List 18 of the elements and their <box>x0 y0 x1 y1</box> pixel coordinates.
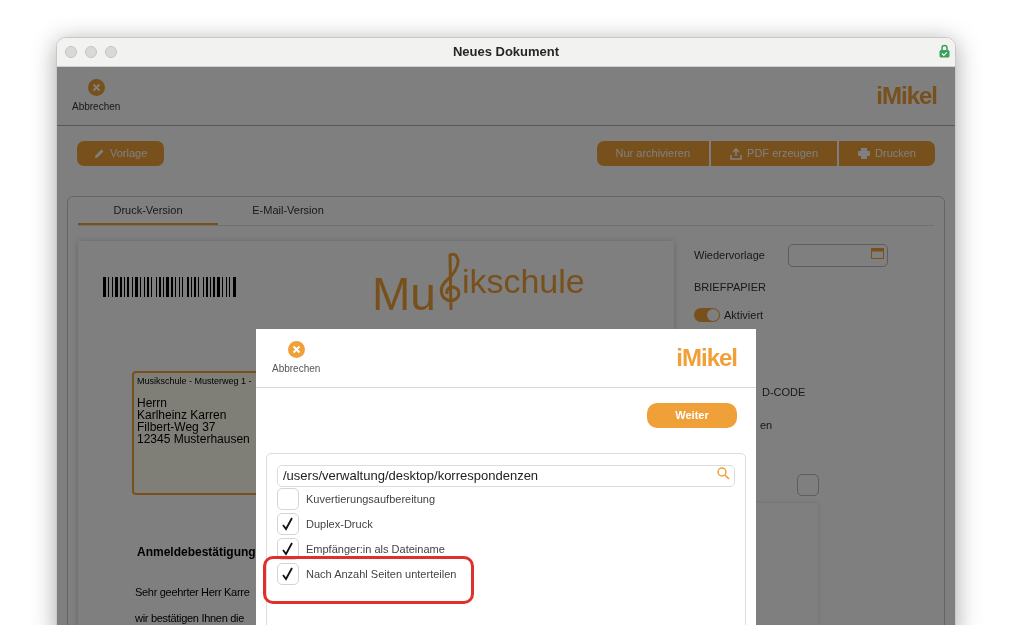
letter-text: wir bestätigen Ihnen die <box>135 611 244 625</box>
address-line: Filbert-Weg 37 <box>137 420 216 433</box>
logo: iMikel <box>676 343 737 373</box>
id-code-heading: D-CODE <box>762 385 806 400</box>
letter-subject: Anmeldebestätigung <box>137 544 256 561</box>
address-line: Herrn <box>137 396 168 409</box>
follow-up-label: Wiedervorlage <box>694 248 766 264</box>
address-line: Karlheinz Karren <box>137 408 228 421</box>
stationery-heading: BRIEFPAPIER <box>694 280 767 295</box>
address-line: 12345 Musterhausen <box>137 432 251 445</box>
logo: iMikel <box>876 81 937 111</box>
letterhead-text: Mu <box>372 271 436 317</box>
option-label: en <box>760 417 773 433</box>
letterhead-text: ikschule <box>461 263 585 299</box>
toggle-label: Aktiviert <box>724 307 764 323</box>
window-title: Neues Dokument <box>451 43 561 62</box>
letter-text: Sehr geehrter Herr Karre <box>135 585 250 599</box>
sender-line: Musikschule - Musterweg 1 - <box>137 375 253 388</box>
